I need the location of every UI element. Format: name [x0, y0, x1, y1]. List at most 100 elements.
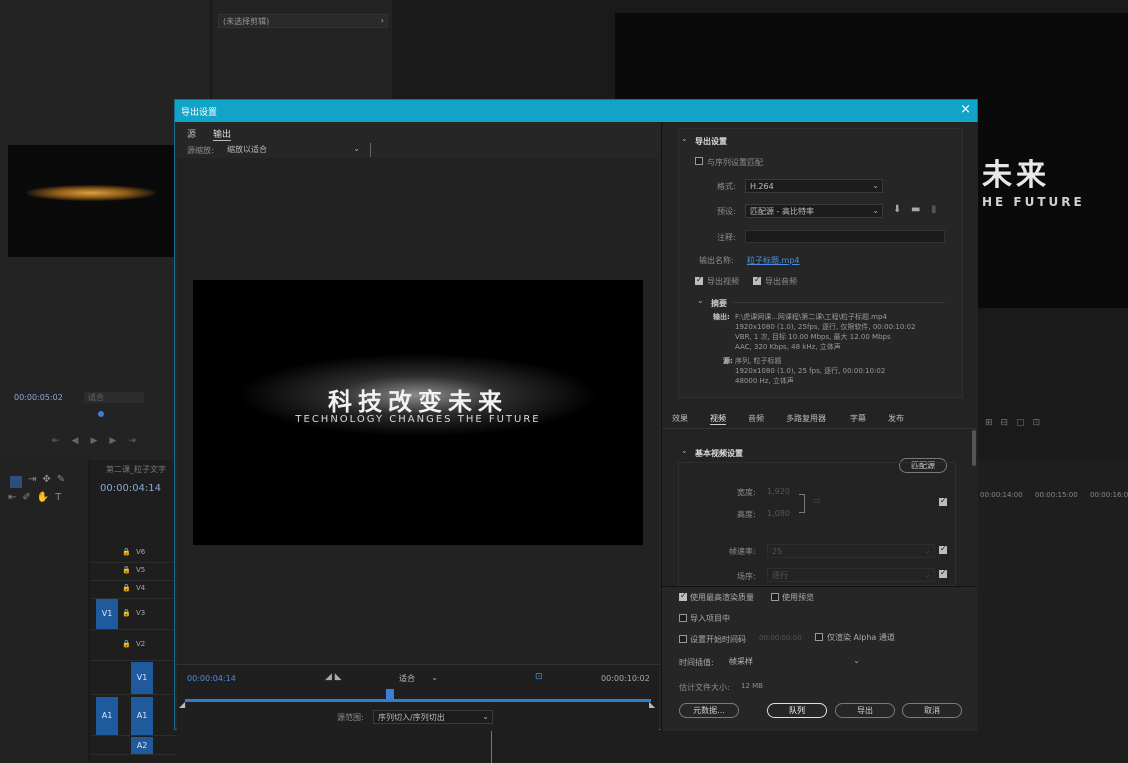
- source-scaling-dropdown[interactable]: 缩放以适合 ⌄: [223, 143, 363, 157]
- in-point-marker[interactable]: ◢: [179, 700, 185, 709]
- file-size-value: 12 MB: [741, 682, 763, 690]
- tool-icons[interactable]: ⇥✥✎: [28, 474, 71, 485]
- output-name-link[interactable]: 粒子标题.mp4: [747, 255, 800, 266]
- tab-publish[interactable]: 发布: [888, 413, 904, 424]
- frame-rate-checkbox[interactable]: [939, 544, 947, 554]
- field-order-label: 场序:: [737, 572, 756, 581]
- tab-video[interactable]: 视频: [710, 413, 726, 425]
- tab-source[interactable]: 源: [187, 127, 196, 140]
- source-sparkle-graphic: [26, 185, 156, 201]
- render-alpha-checkbox[interactable]: [815, 633, 823, 641]
- cancel-button[interactable]: 取消: [902, 703, 962, 718]
- export-settings-dialog: 导出设置 × 源 输出 源缩放: 缩放以适合 ⌄ 科技改变未来 TECHNOLOG…: [174, 99, 978, 731]
- queue-button[interactable]: 队列: [767, 703, 827, 718]
- v3-source-target[interactable]: V1: [96, 599, 118, 629]
- source-transport-icons[interactable]: ⇤◀▶▶⇥: [52, 436, 148, 446]
- current-time[interactable]: 00:00:04:14: [187, 674, 236, 683]
- match-sequence-checkbox[interactable]: [695, 157, 703, 165]
- source-fit-dropdown[interactable]: 适合: [84, 392, 144, 403]
- chain-link-icon[interactable]: ▭: [813, 496, 821, 505]
- aspect-link-bracket: [799, 494, 805, 513]
- field-order-checkbox[interactable]: [939, 568, 947, 578]
- tool-icons-row2[interactable]: ⇤✐✋T: [8, 492, 67, 503]
- ruler-tick: 00:00:15:00: [1035, 491, 1078, 499]
- file-size-label: 估计文件大小:: [679, 683, 730, 692]
- tab-captions[interactable]: 字幕: [850, 413, 866, 424]
- program-title-fragment: 未来: [982, 158, 1050, 193]
- use-previews-checkbox[interactable]: [771, 593, 779, 601]
- dialog-title-bar[interactable]: 导出设置 ×: [175, 100, 977, 122]
- source-playhead[interactable]: [98, 411, 104, 417]
- preview-headline: 科技改变未来: [328, 388, 508, 416]
- chevron-down-icon[interactable]: ⌄: [681, 134, 688, 143]
- width-height-checkbox[interactable]: [939, 496, 947, 506]
- source-range-label: 源范围:: [337, 713, 364, 722]
- summary-line: AAC, 320 Kbps, 48 kHz, 立体声: [735, 343, 841, 351]
- format-dropdown[interactable]: H.264 ⌄: [745, 179, 883, 193]
- v1-target[interactable]: V1: [131, 662, 153, 694]
- video-section-chevron-icon[interactable]: ⌄: [681, 446, 688, 455]
- project-bin-panel: (未选择剪辑) ›: [212, 0, 392, 100]
- timeline-timecode: 00:00:04:14: [100, 483, 162, 494]
- out-point-marker[interactable]: ◣: [649, 700, 655, 709]
- summary-chevron-icon[interactable]: ⌄: [697, 296, 704, 305]
- metadata-button[interactable]: 元数据...: [679, 703, 739, 718]
- export-video-checkbox[interactable]: [695, 275, 703, 285]
- export-video-label: 导出视频: [707, 277, 739, 286]
- tab-output[interactable]: 输出: [213, 127, 232, 141]
- save-preset-icon[interactable]: ⬇: [893, 204, 901, 215]
- tab-audio[interactable]: 音频: [748, 413, 764, 424]
- use-previews-label: 使用预览: [782, 593, 814, 602]
- a1-target[interactable]: A1: [131, 697, 153, 735]
- width-value: 1,920: [767, 487, 790, 496]
- comments-field[interactable]: [745, 230, 945, 243]
- mark-in-out-icons[interactable]: ◢ ◣: [325, 672, 342, 682]
- preset-label: 预设:: [717, 207, 736, 216]
- height-label: 高度:: [737, 510, 756, 519]
- export-audio-checkbox[interactable]: [753, 275, 761, 285]
- start-timecode-value: 00:00:00:00: [759, 634, 802, 642]
- summary-line: 1920x1080 (1.0), 25fps, 逐行, 仅限软件, 00:00:…: [735, 323, 916, 331]
- sequence-tab[interactable]: 第二课_粒子文字: [106, 464, 166, 475]
- field-order-dropdown[interactable]: 逐行 ⌄: [767, 568, 935, 582]
- summary-line: 序列, 粒子标题: [735, 357, 782, 365]
- preview-fit-dropdown[interactable]: 适合 ⌄: [395, 672, 441, 686]
- delete-preset-icon[interactable]: ▮: [931, 204, 937, 215]
- track-row: 🔒 V2: [90, 630, 176, 661]
- import-into-project-checkbox[interactable]: [679, 614, 687, 622]
- program-transport-icons[interactable]: ⊞⊟▢⊡: [985, 418, 1048, 428]
- set-start-timecode-label: 设置开始时间码: [690, 635, 746, 644]
- source-range-dropdown[interactable]: 序列切入/序列切出 ⌄: [373, 710, 493, 724]
- summary-line: 1920x1080 (1.0), 25 fps, 逐行, 00:00:10:02: [735, 367, 886, 375]
- preview-frame: 科技改变未来 TECHNOLOGY CHANGES THE FUTURE: [193, 280, 643, 545]
- a1-source-target[interactable]: A1: [96, 697, 118, 735]
- source-monitor-viewer: [8, 145, 178, 257]
- end-time: 00:00:10:02: [601, 674, 650, 683]
- bin-clip-selector[interactable]: (未选择剪辑) ›: [218, 14, 388, 28]
- timeline-scrubber[interactable]: [185, 699, 651, 702]
- summary-line: F:\虎课网课...网课程\第二课\工程\粒子标题.mp4: [735, 313, 887, 321]
- close-icon[interactable]: ×: [960, 102, 971, 117]
- preset-dropdown[interactable]: 匹配源 - 高比特率 ⌄: [745, 204, 883, 218]
- set-start-timecode-checkbox[interactable]: [679, 635, 687, 643]
- basic-video-heading: 基本视频设置: [695, 449, 743, 458]
- settings-scrollbar[interactable]: [972, 430, 976, 466]
- aspect-correction-icon[interactable]: ⊡: [535, 672, 543, 682]
- export-settings-heading: 导出设置: [695, 137, 727, 146]
- frame-rate-dropdown[interactable]: 25 ⌄: [767, 544, 935, 558]
- time-interpolation-dropdown[interactable]: 帧采样 ⌄: [725, 655, 863, 669]
- tab-multiplexer[interactable]: 多路复用器: [786, 413, 826, 424]
- tab-effects[interactable]: 效果: [672, 413, 688, 424]
- render-alpha-label: 仅渲染 Alpha 通道: [827, 633, 895, 642]
- a2-target[interactable]: A2: [131, 737, 153, 754]
- export-audio-label: 导出音频: [765, 277, 797, 286]
- selection-tool-icon[interactable]: [10, 476, 22, 488]
- export-button[interactable]: 导出: [835, 703, 895, 718]
- import-preset-icon[interactable]: ▬: [911, 204, 920, 215]
- summary-heading: 摘要: [711, 299, 727, 308]
- max-render-quality-checkbox[interactable]: [679, 591, 687, 601]
- output-name-label: 输出名称:: [699, 256, 734, 265]
- match-sequence-label: 与序列设置匹配: [707, 158, 763, 167]
- scrubber-playhead[interactable]: [386, 689, 395, 699]
- summary-line: VBR, 1 次, 目标 10.00 Mbps, 最大 12.00 Mbps: [735, 333, 891, 341]
